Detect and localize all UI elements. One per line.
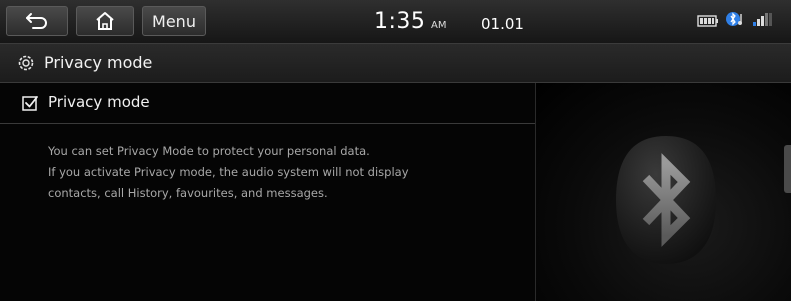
page-title: Privacy mode [44,53,153,72]
menu-button-label: Menu [152,11,196,31]
privacy-mode-label: Privacy mode [48,93,150,111]
illustration-panel [536,83,791,301]
gear-icon [16,53,36,77]
description-line: If you activate Privacy mode, the audio … [48,165,409,179]
clock-time: 1:35 [374,9,426,34]
privacy-description: You can set Privacy Mode to protect your… [48,141,508,204]
battery-icon [697,12,719,31]
settings-panel: Privacy mode You can set Privacy Mode to… [0,83,535,301]
bluetooth-icon [606,130,726,274]
bluetooth-audio-icon [725,11,747,31]
signal-icon [753,12,773,31]
checkbox-checked-icon[interactable] [22,95,39,116]
privacy-mode-option[interactable]: Privacy mode [0,83,535,124]
back-button[interactable] [6,6,68,36]
description-line: You can set Privacy Mode to protect your… [48,144,370,158]
side-panel-handle[interactable] [784,145,791,193]
title-bar: Privacy mode [0,44,791,83]
clock-ampm: AM [431,20,447,31]
status-bar: Menu 1:35 AM 01.01 [0,0,791,44]
date-display: 01.01 [481,15,524,33]
home-icon [94,11,116,31]
description-line: contacts, call History, favourites, and … [48,186,328,200]
status-icons [697,11,773,31]
home-button[interactable] [76,6,134,36]
menu-button[interactable]: Menu [142,6,206,36]
back-arrow-icon [24,11,50,31]
